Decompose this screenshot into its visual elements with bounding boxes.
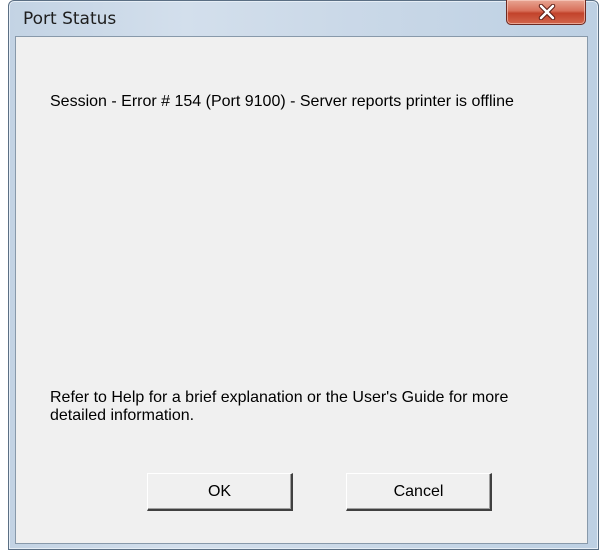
help-message: Refer to Help for a brief explanation or… — [50, 389, 509, 424]
title-bar[interactable]: Port Status — [9, 0, 598, 37]
ok-button[interactable]: OK — [147, 473, 293, 511]
close-icon — [538, 4, 556, 20]
port-status-dialog: Port Status Session - Error # 154 (Port … — [8, 0, 599, 550]
cancel-button[interactable]: Cancel — [346, 473, 492, 511]
window-title: Port Status — [23, 9, 117, 29]
error-message: Session - Error # 154 (Port 9100) - Serv… — [50, 93, 514, 110]
close-button[interactable] — [506, 0, 586, 25]
dialog-content: Session - Error # 154 (Port 9100) - Serv… — [15, 36, 588, 544]
